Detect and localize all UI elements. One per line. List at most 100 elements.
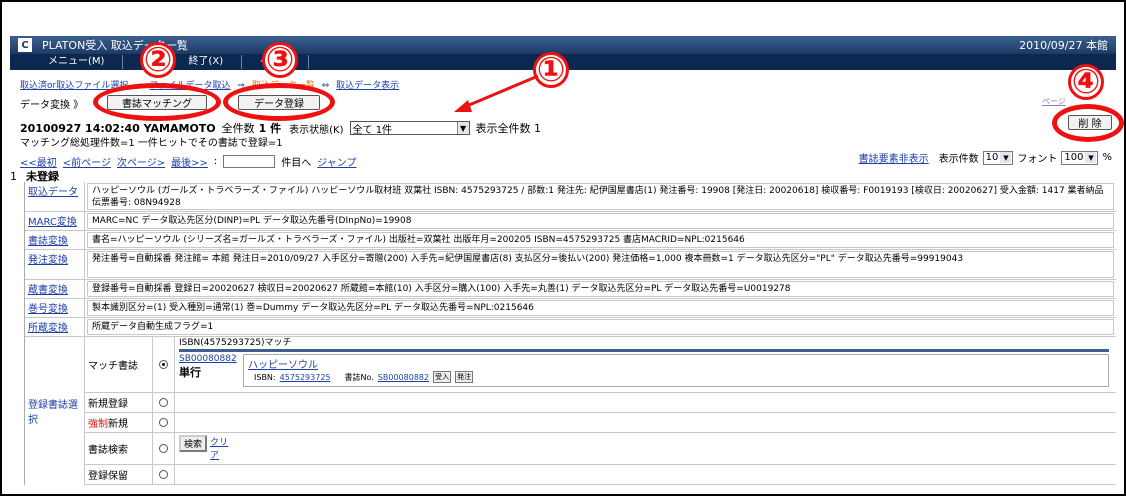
menu-item-exit[interactable]: 終了(X) xyxy=(170,55,243,69)
register-label: 登録書誌選択 xyxy=(25,337,85,485)
match-card: SB00080882 単行 ハッピーソウル ISBN: 4575293725 書… xyxy=(179,349,1109,387)
new-radio[interactable] xyxy=(159,398,168,407)
view-controls: 書誌要素非表示 表示件数 10 ▼ フォント 100 ▼ % xyxy=(859,150,1112,165)
row-value-location: 所蔵データ自動生成フラグ=1 xyxy=(87,319,1114,335)
match-title[interactable]: ハッピーソウル xyxy=(248,356,1104,371)
per-page-value: 10 xyxy=(985,152,999,163)
font-value: 100 xyxy=(1064,152,1084,163)
data-register-button[interactable]: データ登録 xyxy=(238,95,320,110)
match-summary: マッチング総処理件数=1 一件ヒットでその書誌で登録=1 xyxy=(20,138,283,149)
match-row: マッチ書誌 ISBN(4575293725)マッチ SB00080882 単行 … xyxy=(85,337,1116,393)
match-no[interactable]: SB00080882 xyxy=(378,373,429,382)
pager-colon: : xyxy=(213,156,218,167)
register-section: 登録書誌選択 マッチ書誌 ISBN(4575293725)マッチ SB00080… xyxy=(25,337,1116,485)
table-row: MARC変換 MARC=NC データ取込先区分(DINP)=PL データ取込先番… xyxy=(25,212,1116,231)
row-value-bib: 書名=ハッピーソウル (シリーズ名=ガールズ・トラベラーズ・ファイル) 出版社=… xyxy=(87,232,1114,248)
breadcrumb-item-data-view[interactable]: 取込データ表示 xyxy=(336,81,399,91)
callout-number-3: ③ xyxy=(262,42,298,78)
match-isbn-label: ISBN: xyxy=(254,372,276,382)
row-label-location[interactable]: 所蔵変換 xyxy=(25,318,85,336)
match-note: ISBN(4575293725)マッチ xyxy=(179,338,292,348)
force-new-row: 強制新規 xyxy=(85,413,1116,433)
match-radio[interactable] xyxy=(159,360,168,369)
chevron-down-icon: ▼ xyxy=(1000,152,1012,163)
pager: <<最初 <前ページ 次ページ> 最後>> : 件目へ ジャンプ xyxy=(20,154,356,169)
match-kind: 単行 xyxy=(179,366,201,379)
force-label-red: 強制 xyxy=(88,419,108,430)
callout-number-4: ④ xyxy=(1068,64,1104,100)
callout-arrow xyxy=(454,74,539,112)
toggle-bib-link[interactable]: 書誌要素非表示 xyxy=(859,150,929,165)
clear-link[interactable]: クリア xyxy=(210,435,230,461)
hold-row: 登録保留 xyxy=(85,465,1116,485)
page-number-input[interactable] xyxy=(223,155,276,168)
breadcrumb-item-file-import[interactable]: ファイルデータ取込 xyxy=(150,81,231,91)
pager-last[interactable]: 最後>> xyxy=(171,154,208,169)
record-header: 1 未登録 xyxy=(10,169,1116,184)
data-conversion-row: データ変換 》 xyxy=(20,96,83,111)
order-button[interactable]: 発注 xyxy=(455,371,474,383)
search-row: 書誌検索 検索 クリア xyxy=(85,433,1116,465)
table-row: 取込データ ハッピーソウル (ガールズ・トラベラーズ・ファイル) ハッピーソウル… xyxy=(25,182,1116,212)
data-conversion-label: データ変換 xyxy=(20,100,70,111)
page-link[interactable]: ページ xyxy=(1042,96,1066,107)
row-value-marc: MARC=NC データ取込先区分(DINP)=PL データ取込先番号(DInpN… xyxy=(87,213,1114,229)
chevron-icon: 》 xyxy=(73,100,84,111)
new-label: 新規登録 xyxy=(85,393,153,412)
match-bib-id[interactable]: SB00080882 xyxy=(179,354,243,364)
row-label-marc[interactable]: MARC変換 xyxy=(25,212,85,230)
search-label: 書誌検索 xyxy=(85,433,153,464)
pager-next[interactable]: 次ページ> xyxy=(117,154,165,169)
font-label: フォント xyxy=(1017,154,1058,165)
date-site: 2010/09/27 本館 xyxy=(1019,39,1108,52)
record-index: 1 xyxy=(10,169,17,183)
row-label-holding[interactable]: 蔵書変換 xyxy=(25,280,85,298)
row-value-import-data: ハッピーソウル (ガールズ・トラベラーズ・ファイル) ハッピーソウル取材班 双葉… xyxy=(87,183,1114,210)
breadcrumb: 取込済or取込ファイル選択 ⇒ ファイルデータ取込 ⇒ 取込データ一覧 ⇔ 取込… xyxy=(20,78,403,91)
breadcrumb-sep: ⇔ xyxy=(321,81,330,91)
record-grid: 取込データ ハッピーソウル (ガールズ・トラベラーズ・ファイル) ハッピーソウル… xyxy=(24,182,1116,485)
display-state-value: 全て 1件 xyxy=(352,124,393,136)
breadcrumb-sep: ⇒ xyxy=(237,81,245,91)
bib-matching-button[interactable]: 書誌マッチング xyxy=(107,95,207,110)
jump-link[interactable]: ジャンプ xyxy=(317,154,356,169)
table-row: 書誌変換 書名=ハッピーソウル (シリーズ名=ガールズ・トラベラーズ・ファイル)… xyxy=(25,231,1116,250)
new-row: 新規登録 xyxy=(85,393,1116,413)
hold-radio[interactable] xyxy=(159,470,168,479)
force-new-radio[interactable] xyxy=(159,418,168,427)
match-isbn[interactable]: 4575293725 xyxy=(280,373,331,382)
row-label-import-data[interactable]: 取込データ xyxy=(25,182,85,211)
display-state-label: 表示状態(K) xyxy=(289,124,344,136)
window-title: PLATON受入 取込データ一覧 xyxy=(42,39,188,52)
accept-button[interactable]: 受入 xyxy=(433,371,452,383)
search-radio[interactable] xyxy=(159,444,168,453)
row-label-bib[interactable]: 書誌変換 xyxy=(25,231,85,249)
shown-total: 表示全件数 1 xyxy=(475,122,542,135)
breadcrumb-item-file-select[interactable]: 取込済or取込ファイル選択 xyxy=(20,81,128,91)
force-label-rest: 新規 xyxy=(108,419,128,430)
hold-label: 登録保留 xyxy=(85,465,153,484)
row-label-order[interactable]: 発注変換 xyxy=(25,250,85,279)
pager-prev[interactable]: <前ページ xyxy=(63,154,111,169)
match-no-label: 書誌No. xyxy=(344,372,374,382)
table-row: 発注変換 発注番号=自動採番 発注館= 本館 発注日=2010/09/27 入手… xyxy=(25,250,1116,280)
delete-button[interactable]: 削 除 xyxy=(1068,115,1112,130)
breadcrumb-current: 取込データ一覧 xyxy=(251,81,315,91)
table-row: 巻号変換 製本識別区分=(1) 受入種別=通常(1) 巻=Dummy データ取込… xyxy=(25,299,1116,318)
goto-label: 件目へ xyxy=(281,158,312,169)
table-row: 蔵書変換 登録番号=自動採番 登録日=20020627 検収日=20020627… xyxy=(25,280,1116,299)
row-value-order: 発注番号=自動採番 発注館= 本館 発注日=2010/09/27 入手区分=寄贈… xyxy=(87,251,1114,278)
display-state-select[interactable]: 全て 1件 ▼ xyxy=(349,121,470,136)
per-page-select[interactable]: 10 ▼ xyxy=(982,150,1014,165)
row-value-holding: 登録番号=自動採番 登録日=20020627 検収日=20020627 所蔵館=… xyxy=(87,281,1114,297)
row-value-volume: 製本識別区分=(1) 受入種別=通常(1) 巻=Dummy データ取込先区分=P… xyxy=(87,300,1114,316)
row-label-volume[interactable]: 巻号変換 xyxy=(25,299,85,317)
breadcrumb-sep: ⇒ xyxy=(135,81,143,91)
match-label: マッチ書誌 xyxy=(85,337,153,392)
menu-item-menu[interactable]: メニュー(M) xyxy=(30,55,124,69)
font-select[interactable]: 100 ▼ xyxy=(1061,150,1099,165)
chevron-down-icon: ▼ xyxy=(1085,152,1097,163)
session-info: 20100927 14:02:40 YAMAMOTO xyxy=(20,121,216,135)
pager-first[interactable]: <<最初 xyxy=(20,154,57,169)
search-button[interactable]: 検索 xyxy=(179,435,208,452)
